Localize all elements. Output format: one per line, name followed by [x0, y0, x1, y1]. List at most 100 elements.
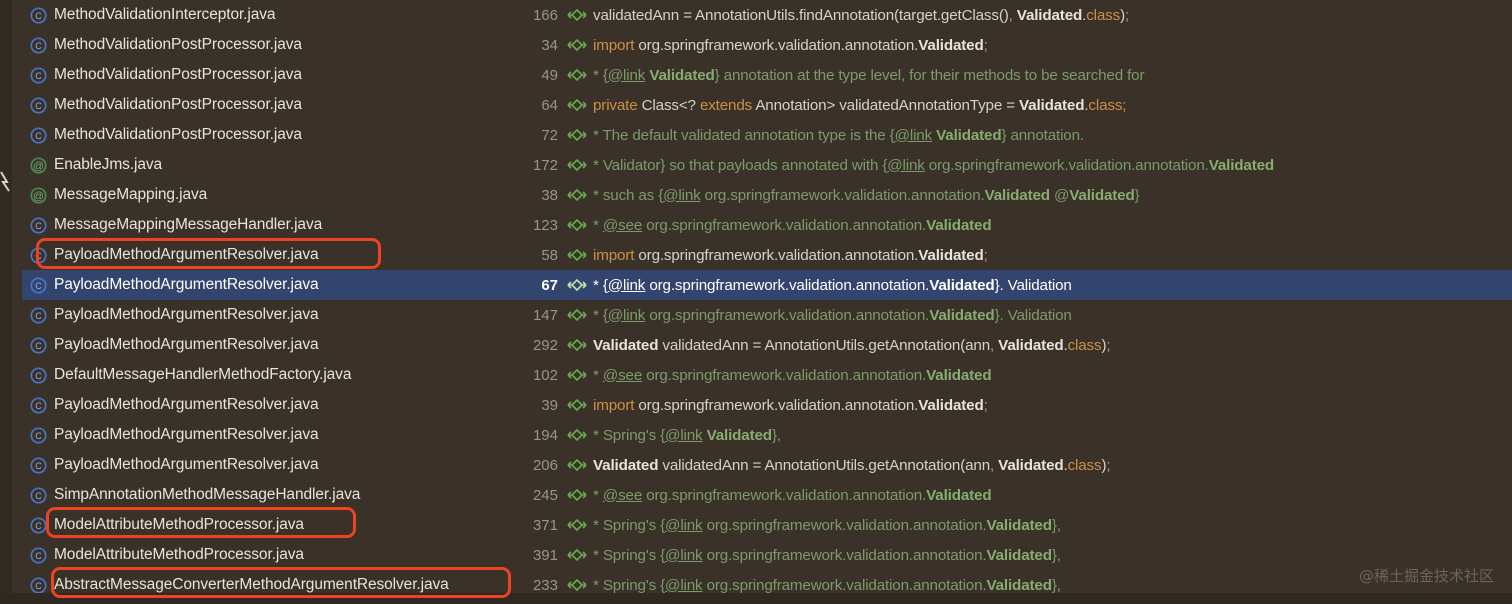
result-file-cell[interactable]: CMethodValidationPostProcessor.java — [0, 36, 500, 54]
result-line-number: 123 — [500, 217, 558, 234]
result-code-preview: * such as {@link org.springframework.val… — [593, 187, 1512, 204]
result-code-preview: private Class<? extends Annotation> vali… — [593, 97, 1512, 114]
result-code-preview: Validated validatedAnn = AnnotationUtils… — [593, 457, 1512, 474]
result-line-number: 206 — [500, 457, 558, 474]
result-file-cell[interactable]: CPayloadMethodArgumentResolver.java — [0, 306, 500, 324]
result-code-preview: import org.springframework.validation.an… — [593, 37, 1512, 54]
class-icon: C — [30, 427, 47, 444]
svg-text:@: @ — [33, 160, 44, 172]
result-row[interactable]: CModelAttributeMethodProcessor.java391* … — [0, 540, 1512, 570]
class-icon: C — [30, 307, 47, 324]
result-file-name: ModelAttributeMethodProcessor.java — [54, 546, 304, 564]
bottom-status-bar — [0, 593, 1512, 604]
results-list[interactable]: CMethodValidationInterceptor.java166vali… — [0, 0, 1512, 600]
result-file-cell[interactable]: CPayloadMethodArgumentResolver.java — [0, 246, 500, 264]
result-file-cell[interactable]: @EnableJms.java — [0, 156, 500, 174]
result-code-preview: * Spring's {@link Validated}, — [593, 427, 1512, 444]
result-code-preview: * @see org.springframework.validation.an… — [593, 217, 1512, 234]
result-code-preview: * @see org.springframework.validation.an… — [593, 367, 1512, 384]
search-results-panel: CMethodValidationInterceptor.java166vali… — [0, 0, 1512, 604]
svg-text:C: C — [35, 251, 42, 261]
result-file-cell[interactable]: CPayloadMethodArgumentResolver.java — [0, 336, 500, 354]
result-file-cell[interactable]: CMessageMappingMessageHandler.java — [0, 216, 500, 234]
result-file-cell[interactable]: CPayloadMethodArgumentResolver.java — [0, 456, 500, 474]
bidirectional-arrow-icon — [567, 188, 589, 202]
svg-text:C: C — [35, 71, 42, 81]
result-row[interactable]: CPayloadMethodArgumentResolver.java292Va… — [0, 330, 1512, 360]
result-code-preview: * @see org.springframework.validation.an… — [593, 487, 1512, 504]
result-row[interactable]: CPayloadMethodArgumentResolver.java67* {… — [0, 270, 1512, 300]
result-row[interactable]: CMethodValidationPostProcessor.java64 pri… — [0, 90, 1512, 120]
result-row[interactable]: CMethodValidationPostProcessor.java72* T… — [0, 120, 1512, 150]
result-line-number: 72 — [500, 127, 558, 144]
result-row[interactable]: @EnableJms.java172* Validator} so that p… — [0, 150, 1512, 180]
result-file-cell[interactable]: CMethodValidationInterceptor.java — [0, 6, 500, 24]
result-row[interactable]: @MessageMapping.java38* such as {@link o… — [0, 180, 1512, 210]
result-file-name: PayloadMethodArgumentResolver.java — [54, 276, 319, 294]
result-row[interactable]: CMethodValidationInterceptor.java166vali… — [0, 0, 1512, 30]
result-row[interactable]: CMessageMappingMessageHandler.java123 * @… — [0, 210, 1512, 240]
result-row[interactable]: CModelAttributeMethodProcessor.java371* … — [0, 510, 1512, 540]
result-line-number: 102 — [500, 367, 558, 384]
bidirectional-arrow-icon — [567, 158, 589, 172]
class-icon: C — [30, 397, 47, 414]
bidirectional-arrow-icon — [567, 218, 589, 232]
editor-left-gutter[interactable] — [0, 0, 12, 604]
result-file-cell[interactable]: CPayloadMethodArgumentResolver.java — [0, 396, 500, 414]
result-code-preview: import org.springframework.validation.an… — [593, 397, 1512, 414]
collapse-arrow-icon[interactable] — [0, 160, 13, 200]
result-file-cell[interactable]: C PayloadMethodArgumentResolver.java — [0, 276, 500, 294]
result-file-cell[interactable]: CAbstractMessageConverterMethodArgumentR… — [0, 576, 500, 594]
result-line-number: 172 — [500, 157, 558, 174]
svg-text:C: C — [35, 551, 42, 561]
bidirectional-arrow-icon — [567, 278, 589, 292]
result-line-number: 292 — [500, 337, 558, 354]
result-row[interactable]: C DefaultMessageHandlerMethodFactory.java… — [0, 360, 1512, 390]
bidirectional-arrow-icon — [567, 458, 589, 472]
result-row[interactable]: CMethodValidationPostProcessor.java49* {… — [0, 60, 1512, 90]
svg-text:C: C — [35, 281, 42, 291]
bidirectional-arrow-icon — [567, 98, 589, 112]
result-row[interactable]: CPayloadMethodArgumentResolver.java194* … — [0, 420, 1512, 450]
bidirectional-arrow-icon — [567, 338, 589, 352]
result-line-number: 233 — [500, 577, 558, 594]
result-line-number: 58 — [500, 247, 558, 264]
bidirectional-arrow-icon — [567, 518, 589, 532]
result-file-cell[interactable]: CMethodValidationPostProcessor.java — [0, 66, 500, 84]
result-file-cell[interactable]: C ModelAttributeMethodProcessor.java — [0, 546, 500, 564]
annotation-icon: @ — [30, 157, 47, 174]
bidirectional-arrow-icon — [567, 578, 589, 592]
class-icon: C — [30, 67, 47, 84]
bidirectional-arrow-icon — [567, 548, 589, 562]
bidirectional-arrow-icon — [567, 8, 589, 22]
result-row[interactable]: CPayloadMethodArgumentResolver.java147* … — [0, 300, 1512, 330]
result-row[interactable]: CPayloadMethodArgumentResolver.java58imp… — [0, 240, 1512, 270]
annotation-icon: @ — [30, 187, 47, 204]
result-line-number: 64 — [500, 97, 558, 114]
result-file-cell[interactable]: CSimpAnnotationMethodMessageHandler.java — [0, 486, 500, 504]
result-file-cell[interactable]: CModelAttributeMethodProcessor.java — [0, 516, 500, 534]
result-file-cell[interactable]: C PayloadMethodArgumentResolver.java — [0, 426, 500, 444]
svg-text:C: C — [35, 311, 42, 321]
bidirectional-arrow-icon — [567, 308, 589, 322]
class-icon: C — [30, 367, 47, 384]
result-line-number: 39 — [500, 397, 558, 414]
result-row[interactable]: CPayloadMethodArgumentResolver.java206 Va… — [0, 450, 1512, 480]
result-file-name: DefaultMessageHandlerMethodFactory.java — [54, 366, 351, 384]
result-row[interactable]: CPayloadMethodArgumentResolver.java39 imp… — [0, 390, 1512, 420]
bidirectional-arrow-icon — [567, 68, 589, 82]
svg-text:C: C — [35, 131, 42, 141]
result-file-cell[interactable]: CMethodValidationPostProcessor.java — [0, 126, 500, 144]
result-file-cell[interactable]: CMethodValidationPostProcessor.java — [0, 96, 500, 114]
class-icon: C — [30, 277, 47, 294]
result-file-name: PayloadMethodArgumentResolver.java — [54, 426, 319, 444]
result-file-cell[interactable]: C DefaultMessageHandlerMethodFactory.java — [0, 366, 500, 384]
bidirectional-arrow-icon — [567, 38, 589, 52]
result-line-number: 371 — [500, 517, 558, 534]
result-file-cell[interactable]: @MessageMapping.java — [0, 186, 500, 204]
class-icon: C — [30, 517, 47, 534]
result-row[interactable]: CSimpAnnotationMethodMessageHandler.java… — [0, 480, 1512, 510]
result-row[interactable]: CMethodValidationPostProcessor.java34imp… — [0, 30, 1512, 60]
result-file-name: MethodValidationPostProcessor.java — [54, 96, 302, 114]
class-icon: C — [30, 547, 47, 564]
